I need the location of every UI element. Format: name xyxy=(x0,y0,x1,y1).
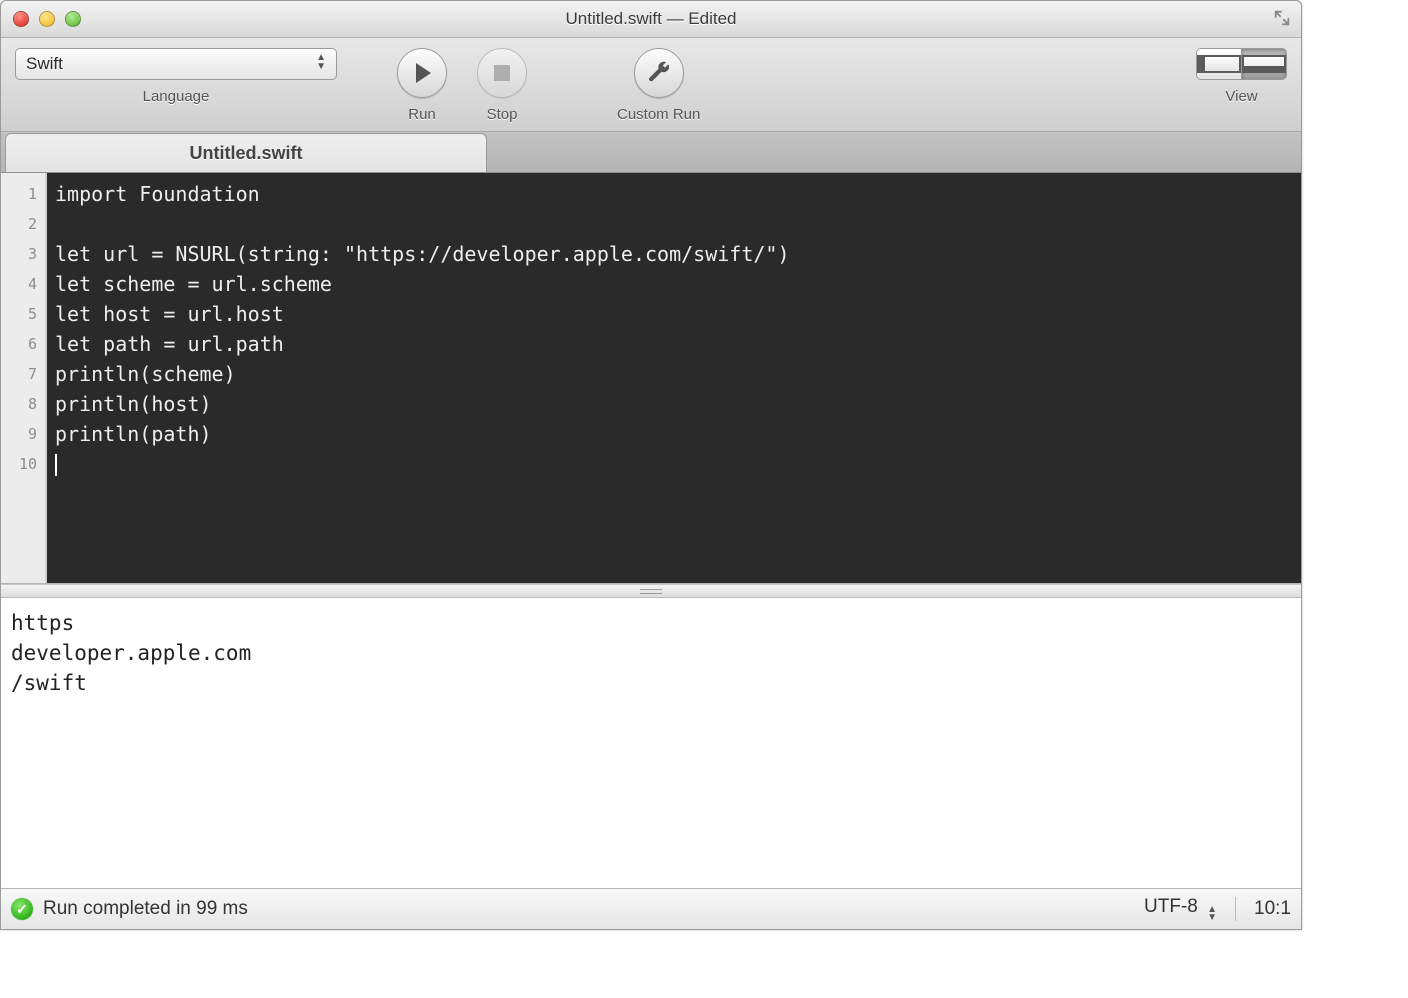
run-label: Run xyxy=(408,106,436,123)
language-group: Swift ▲▼ Language xyxy=(15,48,337,105)
window-controls xyxy=(13,11,81,27)
line-number: 1 xyxy=(1,179,45,209)
line-number: 9 xyxy=(1,419,45,449)
titlebar: Untitled.swift — Edited xyxy=(1,1,1301,38)
tab-bar: Untitled.swift xyxy=(1,132,1301,173)
updown-icon: ▲▼ xyxy=(1207,906,1217,922)
line-number: 2 xyxy=(1,209,45,239)
tab-label: Untitled.swift xyxy=(190,143,303,164)
editor-area: 1 2 3 4 5 6 7 8 9 10 import Foundation l… xyxy=(1,173,1301,584)
output-pane[interactable]: https developer.apple.com /swift xyxy=(1,598,1301,888)
play-icon xyxy=(416,63,431,83)
stop-group: Stop xyxy=(477,48,527,123)
encoding-value: UTF-8 xyxy=(1144,896,1198,917)
stop-label: Stop xyxy=(487,106,518,123)
pane-splitter[interactable] xyxy=(1,584,1301,598)
view-group: View xyxy=(1196,48,1287,105)
updown-icon: ▲▼ xyxy=(316,53,326,71)
status-bar: ✓ Run completed in 99 ms UTF-8 ▲▼ 10:1 xyxy=(1,888,1301,929)
panel-bottom-icon xyxy=(1242,55,1286,73)
custom-run-group: Custom Run xyxy=(617,48,700,123)
run-group: Run xyxy=(397,48,447,123)
view-segmented-control xyxy=(1196,48,1287,80)
custom-run-button[interactable] xyxy=(634,48,684,98)
close-window-button[interactable] xyxy=(13,11,29,27)
panel-left-icon xyxy=(1197,55,1241,73)
view-sidebar-toggle[interactable] xyxy=(1197,49,1241,79)
toolbar: Swift ▲▼ Language Run Stop Custom Run xyxy=(1,38,1301,132)
language-select[interactable]: Swift ▲▼ xyxy=(15,48,337,80)
line-number: 7 xyxy=(1,359,45,389)
run-button[interactable] xyxy=(397,48,447,98)
line-number: 10 xyxy=(1,449,45,479)
grip-icon xyxy=(640,589,662,594)
language-label: Language xyxy=(143,88,210,105)
status-right: UTF-8 ▲▼ 10:1 xyxy=(1144,896,1291,922)
minimize-window-button[interactable] xyxy=(39,11,55,27)
line-number: 5 xyxy=(1,299,45,329)
wrench-icon xyxy=(646,59,672,88)
stop-button[interactable] xyxy=(477,48,527,98)
app-window: Untitled.swift — Edited Swift ▲▼ Languag… xyxy=(0,0,1302,930)
tab-untitled[interactable]: Untitled.swift xyxy=(5,133,487,172)
line-number: 8 xyxy=(1,389,45,419)
success-icon: ✓ xyxy=(11,898,33,920)
custom-run-label: Custom Run xyxy=(617,106,700,123)
cursor-position: 10:1 xyxy=(1254,898,1291,920)
encoding-selector[interactable]: UTF-8 ▲▼ xyxy=(1144,896,1217,922)
status-message: Run completed in 99 ms xyxy=(43,898,248,920)
fullscreen-button[interactable] xyxy=(1273,9,1291,27)
line-number-gutter: 1 2 3 4 5 6 7 8 9 10 xyxy=(1,173,47,583)
stop-icon xyxy=(494,65,510,81)
line-number: 4 xyxy=(1,269,45,299)
code-editor[interactable]: import Foundation let url = NSURL(string… xyxy=(47,173,1301,583)
language-select-value: Swift xyxy=(26,54,63,74)
window-title: Untitled.swift — Edited xyxy=(1,9,1301,29)
view-output-toggle[interactable] xyxy=(1241,49,1286,79)
separator xyxy=(1235,897,1236,921)
zoom-window-button[interactable] xyxy=(65,11,81,27)
line-number: 6 xyxy=(1,329,45,359)
line-number: 3 xyxy=(1,239,45,269)
view-label: View xyxy=(1225,88,1257,105)
